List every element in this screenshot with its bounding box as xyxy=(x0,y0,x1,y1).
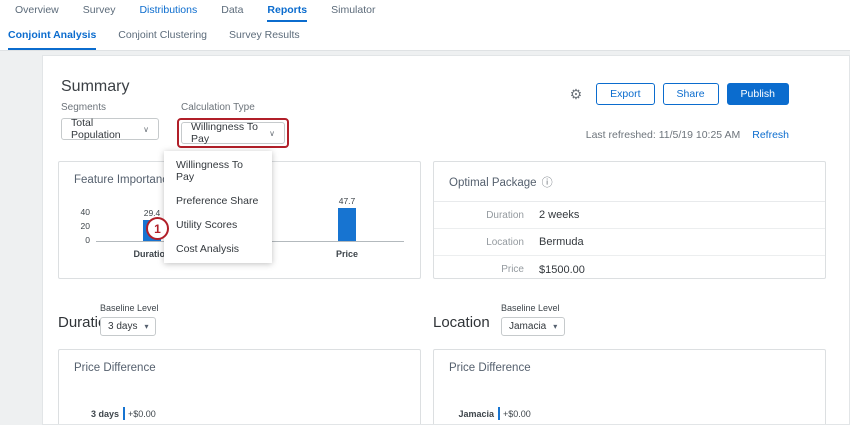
page-title: Summary xyxy=(61,78,129,96)
optimal-row-label: Duration xyxy=(468,210,524,221)
segments-dropdown[interactable]: Total Population ∨ xyxy=(61,118,159,140)
menu-item-cost-analysis[interactable]: Cost Analysis xyxy=(164,237,272,261)
location-baseline-dropdown[interactable]: Jamacia ▾ xyxy=(501,317,565,336)
refresh-link[interactable]: Refresh xyxy=(752,129,789,141)
chevron-down-icon: ∨ xyxy=(269,129,275,138)
y-tick: 20 xyxy=(59,221,90,231)
optimal-row-location: Location Bermuda xyxy=(434,229,825,256)
optimal-row-value: $1500.00 xyxy=(539,264,585,276)
optimal-row-duration: Duration 2 weeks xyxy=(434,202,825,229)
menu-item-utility-scores[interactable]: Utility Scores xyxy=(164,213,272,237)
zero-axis-tick xyxy=(123,407,125,420)
nav-reports[interactable]: Reports xyxy=(267,0,307,22)
filters-row: Segments Total Population ∨ Calculation … xyxy=(61,102,285,144)
segments-label: Segments xyxy=(61,102,159,113)
optimal-row-label: Location xyxy=(468,237,524,248)
optimal-row-value: 2 weeks xyxy=(539,209,579,221)
baseline-level-label: Baseline Level xyxy=(501,303,565,313)
publish-button[interactable]: Publish xyxy=(727,83,789,105)
duration-price-difference-card: Price Difference 3 days +$0.00 xyxy=(58,349,421,425)
chevron-down-icon: ▾ xyxy=(553,322,557,331)
calculation-type-value: Willingness To Pay xyxy=(191,121,261,145)
bar-price xyxy=(338,208,356,241)
report-panel: Summary ⚙ Export Share Publish Segments … xyxy=(42,55,850,425)
optimal-package-card: Optimal Package ⓘ Duration 2 weeks Locati… xyxy=(433,161,826,279)
price-difference-value: +$0.00 xyxy=(128,409,156,419)
x-label-price: Price xyxy=(317,249,377,259)
price-difference-title: Price Difference xyxy=(434,350,825,374)
location-price-difference-card: Price Difference Jamacia +$0.00 xyxy=(433,349,826,425)
price-difference-row: Jamacia +$0.00 xyxy=(448,407,531,420)
price-difference-row: 3 days +$0.00 xyxy=(73,407,156,420)
nav-overview[interactable]: Overview xyxy=(15,0,59,22)
nav-data[interactable]: Data xyxy=(221,0,243,22)
chevron-down-icon: ∨ xyxy=(143,125,149,134)
nav-distributions[interactable]: Distributions xyxy=(139,0,197,22)
reports-subnav: Conjoint Analysis Conjoint Clustering Su… xyxy=(0,22,850,51)
summary-toolbar: ⚙ Export Share Publish xyxy=(570,83,789,105)
export-button[interactable]: Export xyxy=(596,83,654,105)
calculation-type-menu: Willingness To Pay Preference Share Util… xyxy=(164,151,272,263)
price-difference-label: Jamacia xyxy=(448,409,494,419)
segments-value: Total Population xyxy=(71,117,135,141)
price-difference-title: Price Difference xyxy=(59,350,420,374)
tab-conjoint-clustering[interactable]: Conjoint Clustering xyxy=(118,22,207,50)
location-baseline-group: Baseline Level Jamacia ▾ xyxy=(501,303,565,336)
primary-nav: Overview Survey Distributions Data Repor… xyxy=(0,0,850,22)
location-baseline-value: Jamacia xyxy=(509,321,546,332)
optimal-package-title-text: Optimal Package xyxy=(449,177,537,189)
annotation-step-badge: 1 xyxy=(146,217,169,240)
annotation-highlight-box: Willingness To Pay ∨ xyxy=(177,118,289,148)
nav-survey[interactable]: Survey xyxy=(83,0,116,22)
conjoint-analysis-page: Overview Survey Distributions Data Repor… xyxy=(0,0,850,425)
duration-baseline-value: 3 days xyxy=(108,321,137,332)
menu-item-preference-share[interactable]: Preference Share xyxy=(164,189,272,213)
optimal-row-label: Price xyxy=(468,264,524,275)
last-refreshed-text: Last refreshed: 11/5/19 10:25 AM xyxy=(586,129,741,141)
calculation-type-dropdown[interactable]: Willingness To Pay ∨ xyxy=(181,122,285,144)
price-difference-value: +$0.00 xyxy=(503,409,531,419)
refresh-row: Last refreshed: 11/5/19 10:25 AM Refresh xyxy=(586,129,789,141)
tab-conjoint-analysis[interactable]: Conjoint Analysis xyxy=(8,22,96,50)
chevron-down-icon: ▾ xyxy=(144,322,148,331)
nav-simulator[interactable]: Simulator xyxy=(331,0,375,22)
location-section-title: Location xyxy=(433,314,490,331)
optimal-package-title: Optimal Package ⓘ xyxy=(434,162,825,202)
zero-axis-tick xyxy=(498,407,500,420)
duration-baseline-dropdown[interactable]: 3 days ▾ xyxy=(100,317,156,336)
bar-value-price: 47.7 xyxy=(327,196,367,206)
y-tick: 0 xyxy=(59,235,90,245)
optimal-row-value: Bermuda xyxy=(539,236,584,248)
optimal-row-price: Price $1500.00 xyxy=(434,256,825,283)
share-button[interactable]: Share xyxy=(663,83,719,105)
calculation-type-label: Calculation Type xyxy=(181,102,285,113)
price-difference-label: 3 days xyxy=(73,409,119,419)
y-tick: 40 xyxy=(59,207,90,217)
info-icon[interactable]: ⓘ xyxy=(542,177,553,189)
gear-icon[interactable]: ⚙ xyxy=(570,86,583,103)
tab-survey-results[interactable]: Survey Results xyxy=(229,22,300,50)
duration-baseline-group: Baseline Level 3 days ▾ xyxy=(100,303,159,336)
baseline-level-label: Baseline Level xyxy=(100,303,159,313)
menu-item-willingness-to-pay[interactable]: Willingness To Pay xyxy=(164,153,272,189)
